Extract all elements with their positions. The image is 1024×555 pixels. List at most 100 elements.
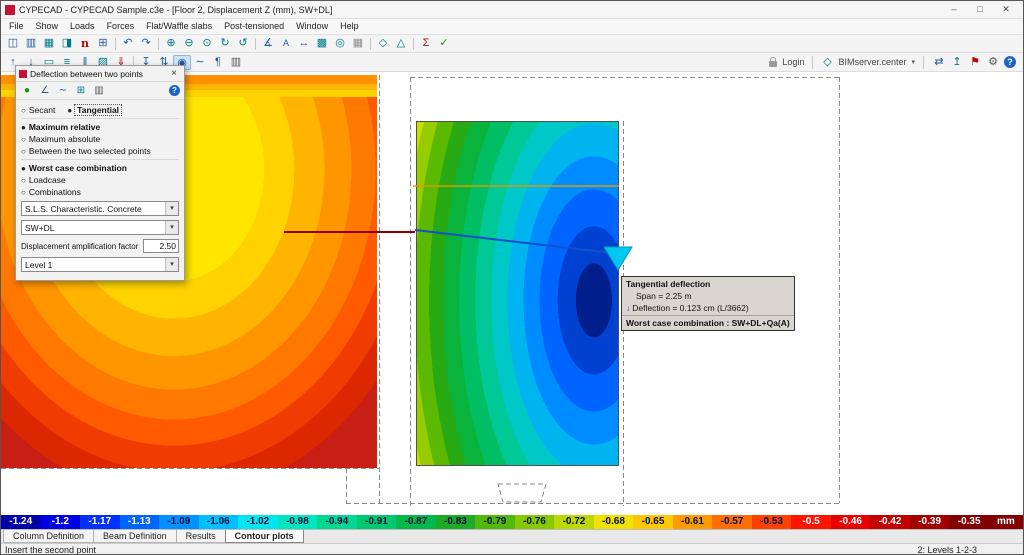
redo-icon[interactable]: ↷ <box>137 36 155 51</box>
radio-maximum-absolute[interactable]: ○ Maximum absolute <box>21 134 179 144</box>
close-button[interactable]: ✕ <box>993 1 1019 18</box>
measure-icon[interactable]: ∡ <box>259 36 277 51</box>
secant-line-icon[interactable]: ∠ <box>38 84 52 97</box>
object-snap-icon[interactable]: ◎ <box>331 36 349 51</box>
level-value: Level 1 <box>25 259 53 270</box>
level-select[interactable]: Level 1 ▾ <box>21 257 179 272</box>
dimension-icon[interactable]: ↔ <box>295 36 313 51</box>
down-arrow-icon: ↓ <box>626 303 631 313</box>
tooltip-title: Tangential deflection <box>626 279 711 289</box>
radio-loadcase[interactable]: ○ Loadcase <box>21 175 179 185</box>
print-icon[interactable]: ▥ <box>22 36 40 51</box>
combination-value: SW+DL <box>25 222 55 233</box>
tab[interactable]: Column Definition <box>3 530 95 543</box>
zoom-out-icon[interactable]: ⊖ <box>180 36 198 51</box>
toolbar-secondary-right: Login ◇ BIMserver.center ▾ ⇄ ↥ ⚑ ⚙? <box>769 55 1020 70</box>
tables-icon[interactable]: ⊞ <box>94 36 112 51</box>
menu-item[interactable]: Flat/Waffle slabs <box>140 19 218 34</box>
report-icon[interactable]: ¶ <box>209 55 227 70</box>
color-scale: -1.24 -1.2 -1.17 -1.13 -1.09 -1.06 -1.02 -0.98-… <box>1 515 1023 529</box>
menu-item[interactable]: Help <box>334 19 365 34</box>
bim-upload-icon[interactable]: ↥ <box>950 55 964 70</box>
values-table-icon[interactable]: ⊞ <box>74 84 88 97</box>
radio-label: Maximum absolute <box>28 134 101 144</box>
bim-flag-icon[interactable]: ⚑ <box>968 55 982 70</box>
radio-tangential[interactable]: ● Tangential <box>67 104 123 116</box>
help-icon[interactable]: ? <box>1004 56 1016 68</box>
deflection-icon[interactable]: ∼ <box>191 55 209 70</box>
dialog-close-button[interactable]: × <box>167 68 181 79</box>
radio-combinations[interactable]: ○ Combinations <box>21 187 179 197</box>
radio-label: Worst case combination <box>28 163 127 173</box>
divider <box>21 159 179 160</box>
scale-value: -0.98 <box>277 515 318 529</box>
chevron-down-icon: ▾ <box>165 202 178 215</box>
3d-view-icon[interactable]: △ <box>392 36 410 51</box>
radio-maximum-relative[interactable]: ● Maximum relative <box>21 122 179 132</box>
tab[interactable]: Results <box>175 530 226 543</box>
zoom-in-icon[interactable]: ⊕ <box>162 36 180 51</box>
scale-value: -0.76 <box>514 515 555 529</box>
lock-icon <box>769 56 778 67</box>
bimserver-center-button[interactable]: BIMserver.center <box>838 57 906 67</box>
general-data-icon[interactable]: ◨ <box>58 36 76 51</box>
menu-item[interactable]: Show <box>30 19 65 34</box>
radio-secant[interactable]: ○ Secant <box>21 105 55 115</box>
minimize-button[interactable]: – <box>941 1 967 18</box>
bim-sync-icon[interactable]: ⇄ <box>932 55 946 70</box>
first-point-icon[interactable]: ● <box>20 84 34 97</box>
menu-item[interactable]: Loads <box>64 19 101 34</box>
print-view-icon[interactable]: ▥ <box>92 84 106 97</box>
tab[interactable]: Beam Definition <box>93 530 177 543</box>
dialog-body: ○ Secant ● Tangential ● Maximum relative ○ Max… <box>16 100 184 280</box>
scale-value: -0.65 <box>633 515 673 529</box>
print-plan-icon[interactable]: ▥ <box>227 55 245 70</box>
window-controls: – □ ✕ <box>941 1 1019 18</box>
settings-icon[interactable]: ⚙ <box>986 55 1000 70</box>
combination-select[interactable]: SW+DL ▾ <box>21 220 179 235</box>
calculate-icon[interactable]: Σ <box>417 36 435 51</box>
layers-icon[interactable]: ▩ <box>313 36 331 51</box>
separator <box>370 37 371 50</box>
maximize-button[interactable]: □ <box>967 1 993 18</box>
text-icon[interactable]: A <box>277 36 295 51</box>
radio-label: Between the two selected points <box>28 146 151 156</box>
deflection-marker <box>603 246 633 271</box>
save-icon[interactable]: ◫ <box>4 36 22 51</box>
tangent-line-icon[interactable]: ∼ <box>56 84 70 97</box>
status-levels: 2: Levels 1-2-3 <box>917 545 977 555</box>
radio-icon: ● <box>21 163 26 173</box>
radio-label: Tangential <box>74 104 123 116</box>
grid-icon[interactable]: ▦ <box>349 36 367 51</box>
app-icon <box>5 4 15 15</box>
status-message: Insert the second point <box>5 545 97 555</box>
statusbar: Insert the second point 2: Levels 1-2-3 <box>1 543 1023 555</box>
scale-value: -0.46 <box>830 515 871 529</box>
radio-worst-case[interactable]: ● Worst case combination <box>21 163 179 173</box>
menu-item[interactable]: Window <box>290 19 334 34</box>
amplification-factor-input[interactable]: 2.50 <box>143 239 179 253</box>
menu-item[interactable]: File <box>3 19 30 34</box>
limit-state-select[interactable]: S.L.S. Characteristic. Concrete ▾ <box>21 201 179 216</box>
tooltip-deflection: Deflection = 0.123 cm (L/3662) <box>632 303 749 313</box>
dashed-opening-outline <box>497 483 547 503</box>
job-data-icon[interactable]: ▦ <box>40 36 58 51</box>
previous-zoom-icon[interactable]: ↺ <box>234 36 252 51</box>
amplification-label: Displacement amplification factor <box>21 241 139 251</box>
load-case-group: ● Worst case combination ○ Loadcase ○ Combina… <box>21 163 179 197</box>
chevron-down-icon[interactable]: ▾ <box>911 58 915 66</box>
zoom-window-icon[interactable]: ⊙ <box>198 36 216 51</box>
dialog-help-icon[interactable]: ? <box>169 85 180 96</box>
check-icon[interactable]: ✓ <box>435 36 453 51</box>
undo-icon[interactable]: ↶ <box>119 36 137 51</box>
menubar: File Show Loads Forces Flat/Waffle slabs Post… <box>1 19 1023 35</box>
redraw-icon[interactable]: ↻ <box>216 36 234 51</box>
tab[interactable]: Contour plots <box>224 530 304 543</box>
radio-between-two-points[interactable]: ○ Between the two selected points <box>21 146 179 156</box>
cype-news-icon[interactable]: n <box>76 36 94 51</box>
login-button[interactable]: Login <box>782 57 804 67</box>
deflection-mode-group: ● Maximum relative ○ Maximum absolute ○ Betwe… <box>21 122 179 156</box>
views-icon[interactable]: ◇ <box>374 36 392 51</box>
menu-item[interactable]: Post-tensioned <box>218 19 290 34</box>
menu-item[interactable]: Forces <box>101 19 141 34</box>
